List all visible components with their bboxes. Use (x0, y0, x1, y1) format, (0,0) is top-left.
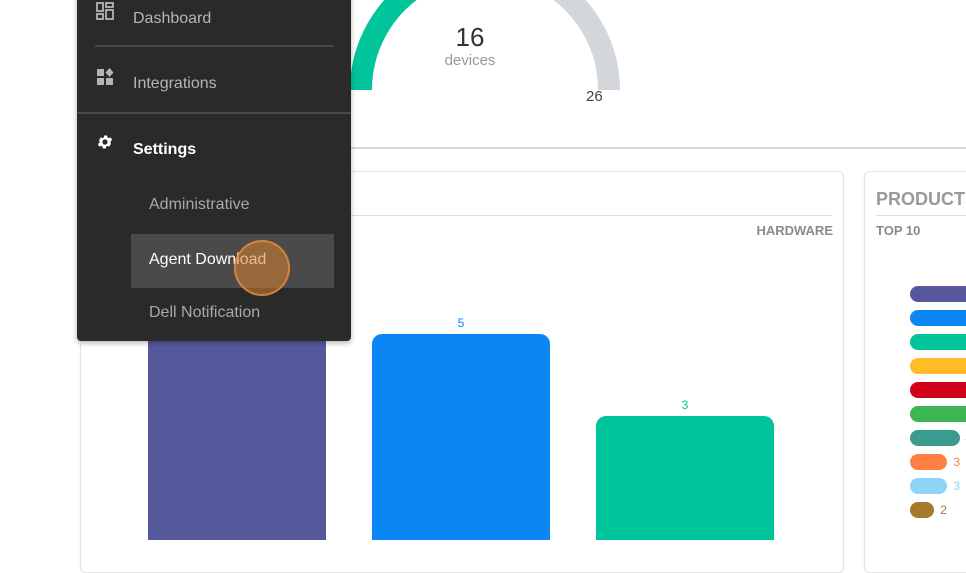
menu-item-settings[interactable]: Settings (77, 125, 351, 175)
submenu-label: Administrative (149, 196, 249, 214)
menu-label: Settings (133, 141, 196, 159)
menu-item-dashboard[interactable]: Dashboard (77, 0, 351, 50)
product-bar[interactable] (910, 286, 966, 302)
gear-icon (96, 133, 114, 151)
hardware-bar[interactable] (372, 334, 550, 540)
product-value-label: 2 (940, 503, 947, 517)
submenu-item-dell-notification[interactable]: Dell Notification (131, 287, 334, 341)
products-card: PRODUCTS TOP 10 77664332 (864, 171, 966, 573)
submenu-item-administrative[interactable]: Administrative (131, 179, 334, 233)
card-divider (876, 215, 966, 216)
gauge-value: 16 (430, 22, 510, 53)
menu-divider (77, 112, 351, 114)
menu-label: Dashboard (133, 10, 211, 28)
submenu-item-agent-download[interactable]: Agent Download (131, 234, 334, 288)
menu-item-integrations[interactable]: Integrations (77, 60, 351, 110)
bar-value-label: 5 (372, 316, 550, 330)
product-value-label: 3 (953, 455, 960, 469)
integrations-icon (96, 68, 114, 86)
bar-value-label: 3 (596, 398, 774, 412)
menu-label: Integrations (133, 75, 217, 93)
card-divider (351, 215, 832, 216)
navigation-menu: Dashboard Integrations Settings Administ… (77, 0, 351, 341)
product-bar[interactable] (910, 358, 966, 374)
product-bar[interactable] (910, 310, 966, 326)
product-bar[interactable] (910, 406, 966, 422)
product-bar[interactable] (910, 382, 966, 398)
product-bar[interactable] (910, 334, 966, 350)
product-bar[interactable] (910, 502, 934, 518)
gauge-max: 26 (586, 88, 603, 105)
product-value-label: 3 (953, 479, 960, 493)
products-title: PRODUCTS (876, 189, 966, 210)
product-bar[interactable] (910, 430, 960, 446)
gauge-unit: devices (420, 52, 520, 69)
products-subtitle: TOP 10 (876, 223, 920, 238)
menu-divider (95, 45, 334, 47)
product-bar[interactable] (910, 454, 947, 470)
hardware-subtitle: HARDWARE (756, 223, 833, 238)
click-indicator (234, 240, 290, 296)
hardware-bar[interactable] (596, 416, 774, 540)
gauge-track (529, 0, 609, 90)
product-bar[interactable] (910, 478, 947, 494)
submenu-label: Dell Notification (149, 304, 260, 322)
section-divider (350, 147, 966, 149)
dashboard-icon (96, 2, 114, 20)
